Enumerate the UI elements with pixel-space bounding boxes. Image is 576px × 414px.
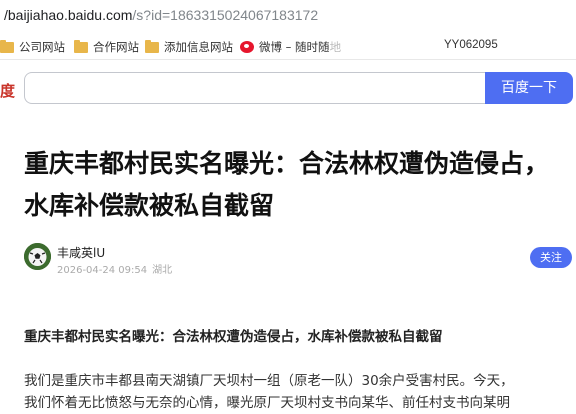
folder-icon: [0, 39, 14, 53]
search-input[interactable]: [24, 72, 490, 104]
section-heading: 重庆丰都村民实名曝光：合法林权遭伪造侵占，水库补偿款被私自截留: [24, 329, 443, 345]
bookmark-right-label[interactable]: YY062095: [444, 39, 498, 51]
article-paragraph: 我们是重庆市丰都县南天湖镇厂天坝村一组（原老一队）30余户受害村民。今天， 我们…: [24, 370, 576, 414]
bookmark-label: 微博 – 随时随: [259, 40, 330, 54]
baidu-search-header: 度 百度一下: [0, 60, 576, 118]
bookmark-label: 公司网站: [19, 40, 65, 54]
url-text[interactable]: /baijiahao.baidu.com/s?id=18633150240671…: [4, 7, 318, 23]
bookmark-company-sites[interactable]: 公司网站: [0, 39, 65, 55]
weibo-icon: [240, 41, 254, 53]
address-bar[interactable]: /baijiahao.baidu.com/s?id=18633150240671…: [0, 0, 576, 32]
soccer-ball-icon: [24, 243, 51, 270]
paragraph-line: 我们是重庆市丰都县南天湖镇厂天坝村一组（原老一队）30余户受害村民。今天，: [24, 373, 514, 389]
author-name[interactable]: 丰咸英lU: [57, 244, 105, 261]
publish-date: 2026-04-24 09:54: [57, 265, 148, 276]
url-path: /s?id=1863315024067183172: [132, 7, 319, 23]
bookmarks-bar: 公司网站 合作网站 添加信息网站 微博 – 随时随地 YY062095: [0, 32, 576, 60]
bookmark-fade: 地: [329, 40, 342, 54]
publish-location: 湖北: [152, 265, 173, 276]
folder-icon: [145, 39, 159, 53]
bookmark-partner-sites[interactable]: 合作网站: [74, 39, 139, 55]
folder-icon: [74, 39, 88, 53]
search-button[interactable]: 百度一下: [485, 72, 573, 104]
bookmark-add-info-sites[interactable]: 添加信息网站: [145, 39, 233, 55]
url-host: /baijiahao.baidu.com: [4, 7, 133, 23]
baidu-logo-fragment[interactable]: 度: [0, 80, 15, 101]
follow-button[interactable]: 关注: [530, 247, 572, 268]
paragraph-line: 我们怀着无比愤怒与无奈的心情，曝光原厂天坝村支书向某华、前任村支书向某明: [24, 395, 510, 411]
bookmark-weibo[interactable]: 微博 – 随时随地: [240, 39, 341, 55]
publish-meta: 2026-04-24 09:54 湖北: [57, 261, 177, 276]
author-avatar[interactable]: [24, 243, 51, 270]
article-title: 重庆丰都村民实名曝光：合法林权遭伪造侵占，水库补偿款被私自截留: [24, 149, 550, 220]
bookmark-label: 添加信息网站: [164, 40, 233, 54]
bookmark-label: 合作网站: [93, 40, 139, 54]
